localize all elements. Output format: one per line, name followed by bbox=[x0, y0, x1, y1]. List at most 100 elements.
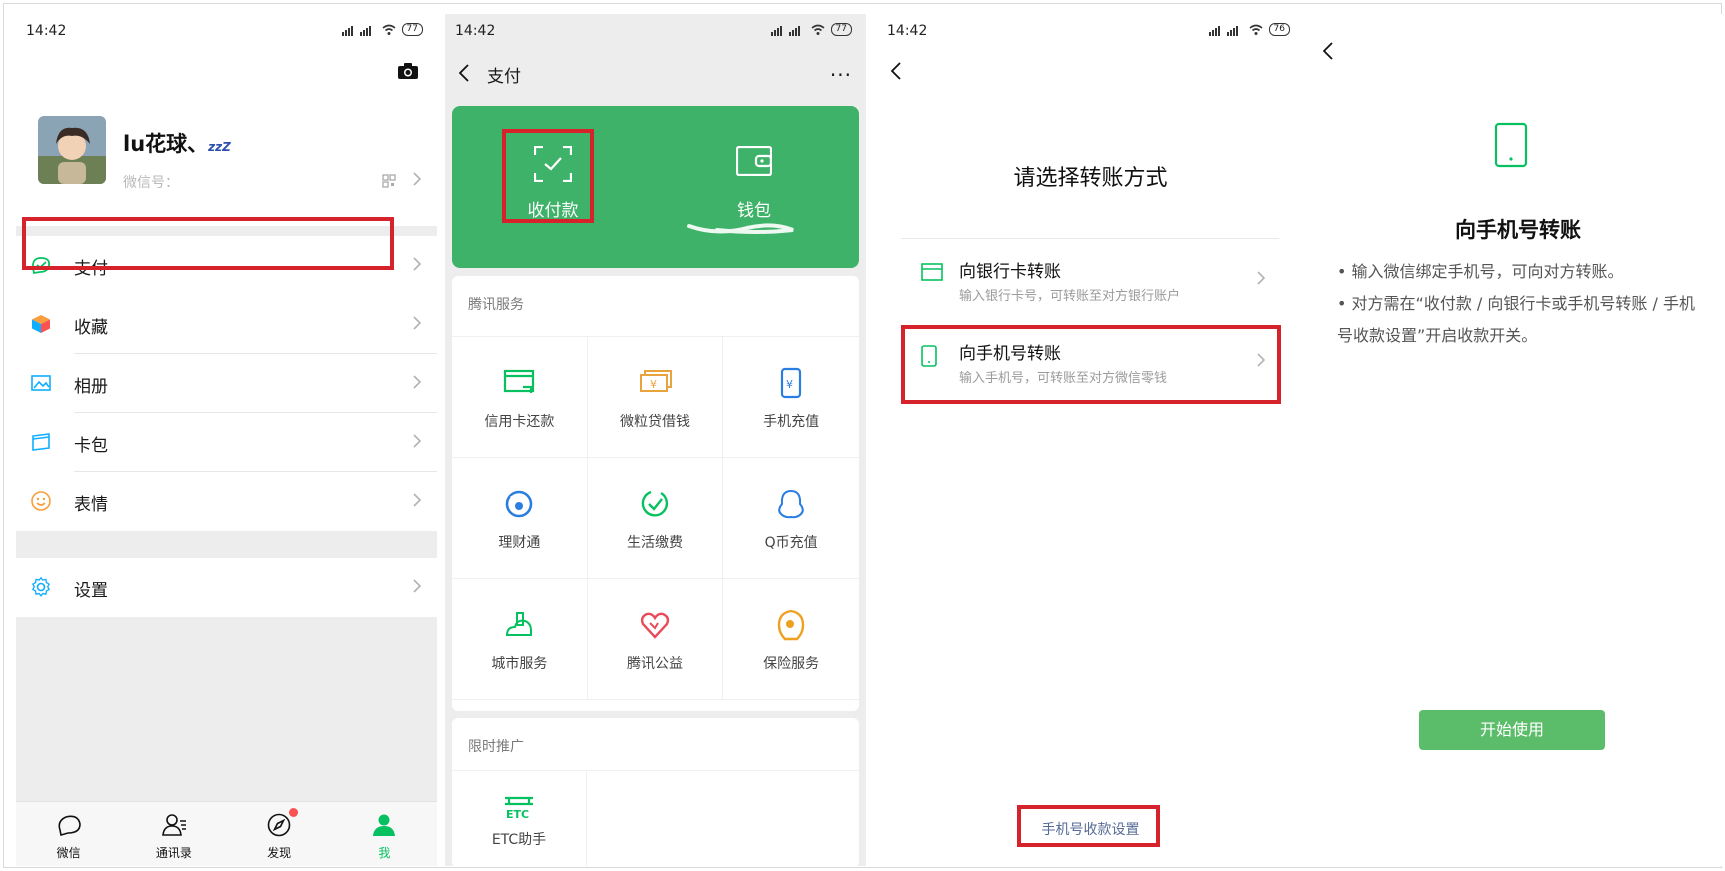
service-label: 生活缴费 bbox=[626, 535, 683, 551]
camera-icon[interactable] bbox=[397, 62, 419, 80]
etc-icon: ETC bbox=[503, 795, 535, 821]
status-bar: 14:42 76 bbox=[877, 14, 1304, 48]
pay-screen: 14:42 77 支付 ··· 收付款 钱包 腾讯服务 信用卡还款 ¥ 微粒贷借… bbox=[445, 14, 866, 866]
promo-etc[interactable]: ETC ETC助手 bbox=[452, 771, 587, 866]
chevron-right-icon bbox=[413, 375, 421, 389]
page-heading: 请选择转账方式 bbox=[1013, 166, 1168, 191]
back-arrow-icon[interactable] bbox=[459, 64, 469, 82]
services-grid: 信用卡还款 ¥ 微粒贷借钱 ¥ 手机充值 理财通 生活缴费 Q币充值 城市服务 … bbox=[452, 336, 859, 700]
instruction-bullet: • 对方需在“收付款 / 向银行卡或手机号转账 / 手机号收款设置”开启收款开关… bbox=[1337, 294, 1695, 345]
option-title: 向银行卡转账 bbox=[959, 262, 1061, 282]
chevron-right-icon bbox=[1257, 271, 1265, 285]
menu-label: 相册 bbox=[74, 377, 108, 397]
svg-text:¥: ¥ bbox=[786, 378, 793, 391]
me-screen: 14:42 77 lu花球、zzZ 微信号： 支付 收藏 相册 卡包 表情 设置… bbox=[16, 14, 437, 866]
service-label: 信用卡还款 bbox=[484, 414, 555, 430]
menu-item-album[interactable]: 相册 bbox=[16, 354, 437, 413]
back-arrow-icon[interactable] bbox=[1323, 42, 1333, 60]
status-time: 14:42 bbox=[455, 23, 496, 39]
compass-icon bbox=[266, 812, 292, 838]
emoji-icon bbox=[30, 490, 52, 512]
chevron-right-icon bbox=[413, 316, 421, 330]
menu-item-cards[interactable]: 卡包 bbox=[16, 413, 437, 472]
phone-icon bbox=[1494, 122, 1528, 168]
service-label: 微粒贷借钱 bbox=[619, 414, 690, 430]
option-subtitle: 输入银行卡号，可转账至对方银行账户 bbox=[959, 289, 1181, 304]
menu-item-favorites[interactable]: 收藏 bbox=[16, 295, 437, 354]
section-title: 腾讯服务 bbox=[468, 297, 524, 313]
menu-item-stickers[interactable]: 表情 bbox=[16, 472, 437, 531]
bill-payment-icon bbox=[639, 488, 671, 520]
highlight-settings-link bbox=[1017, 805, 1160, 847]
service-wealth[interactable]: 理财通 bbox=[452, 458, 588, 579]
phone-transfer-screen: 向手机号转账 • 输入微信绑定手机号，可向对方转账。 • 对方需在“收付款 / … bbox=[1309, 14, 1725, 866]
service-loan[interactable]: ¥ 微粒贷借钱 bbox=[587, 337, 724, 458]
service-insurance[interactable]: 保险服务 bbox=[723, 579, 859, 700]
page-heading: 向手机号转账 bbox=[1455, 218, 1581, 242]
tab-me[interactable]: 我 bbox=[332, 802, 437, 866]
chevron-right-icon bbox=[413, 579, 421, 593]
menu-label: 收藏 bbox=[74, 318, 108, 338]
section-title: 限时推广 bbox=[468, 739, 524, 755]
status-indicators: 77 bbox=[341, 23, 423, 36]
start-using-button[interactable]: 开始使用 bbox=[1419, 710, 1605, 750]
svg-text:¥: ¥ bbox=[650, 378, 657, 391]
highlight-phone-transfer bbox=[901, 325, 1281, 404]
service-credit-card[interactable]: 信用卡还款 bbox=[452, 337, 588, 458]
wealth-icon bbox=[503, 488, 535, 520]
transfer-method-screen: 14:42 76 请选择转账方式 向银行卡转账 输入银行卡号，可转账至对方银行账… bbox=[877, 14, 1304, 866]
menu-label: 卡包 bbox=[74, 436, 108, 456]
signal-icon bbox=[770, 25, 800, 36]
service-city[interactable]: 城市服务 bbox=[452, 579, 588, 700]
bottom-tab-bar: 微信 通讯录 发现 我 bbox=[16, 801, 437, 866]
charity-heart-icon bbox=[639, 609, 671, 641]
divider bbox=[901, 238, 1279, 239]
wallet-icon bbox=[736, 146, 772, 176]
gear-icon bbox=[30, 576, 52, 598]
tab-label: 通讯录 bbox=[155, 846, 192, 860]
svg-text:ETC: ETC bbox=[506, 808, 529, 821]
status-indicators: 77 bbox=[770, 23, 852, 36]
tab-contacts[interactable]: 通讯录 bbox=[121, 802, 226, 866]
qr-code-icon[interactable] bbox=[382, 174, 396, 188]
instruction-bullet: • 输入微信绑定手机号，可向对方转账。 bbox=[1337, 262, 1624, 281]
service-label: 手机充值 bbox=[763, 414, 820, 430]
chevron-right-icon[interactable] bbox=[413, 172, 421, 186]
wifi-icon bbox=[811, 24, 825, 35]
highlight-pay bbox=[22, 217, 394, 270]
service-bills[interactable]: 生活缴费 bbox=[587, 458, 724, 579]
loan-icon: ¥ bbox=[639, 367, 673, 395]
menu-label: 表情 bbox=[74, 495, 108, 515]
wifi-icon bbox=[382, 24, 396, 35]
tab-chats[interactable]: 微信 bbox=[16, 802, 121, 866]
menu-item-settings[interactable]: 设置 bbox=[16, 558, 437, 617]
insurance-icon bbox=[775, 609, 807, 641]
chevron-right-icon bbox=[413, 493, 421, 507]
city-service-icon bbox=[503, 609, 535, 641]
service-label: 理财通 bbox=[498, 535, 541, 551]
tab-label: 我 bbox=[378, 846, 391, 860]
sleep-zzz: zzZ bbox=[208, 140, 231, 154]
battery-icon: 77 bbox=[830, 23, 852, 36]
service-charity[interactable]: 腾讯公益 bbox=[587, 579, 724, 700]
notification-dot bbox=[289, 808, 299, 817]
back-arrow-icon[interactable] bbox=[891, 62, 901, 80]
page-title: 支付 bbox=[487, 67, 521, 87]
service-label: 腾讯公益 bbox=[626, 656, 683, 672]
promo-card: 限时推广 ETC ETC助手 bbox=[452, 718, 859, 866]
battery-icon: 77 bbox=[401, 23, 423, 36]
scribble-mark bbox=[687, 223, 794, 234]
highlight-money bbox=[502, 129, 594, 223]
status-indicators: 76 bbox=[1208, 23, 1290, 36]
battery-icon: 76 bbox=[1268, 23, 1290, 36]
status-time: 14:42 bbox=[887, 23, 928, 39]
chevron-right-icon bbox=[413, 434, 421, 448]
status-bar: 14:42 77 bbox=[445, 14, 866, 48]
service-qcoin[interactable]: Q币充值 bbox=[723, 458, 859, 579]
avatar[interactable] bbox=[38, 116, 106, 184]
status-time: 14:42 bbox=[26, 23, 67, 39]
tab-discover[interactable]: 发现 bbox=[227, 802, 332, 866]
service-phone-topup[interactable]: ¥ 手机充值 bbox=[723, 337, 859, 458]
more-options-icon[interactable]: ··· bbox=[830, 63, 852, 87]
option-bank-card-transfer[interactable]: 向银行卡转账 输入银行卡号，可转账至对方银行账户 bbox=[901, 241, 1279, 321]
